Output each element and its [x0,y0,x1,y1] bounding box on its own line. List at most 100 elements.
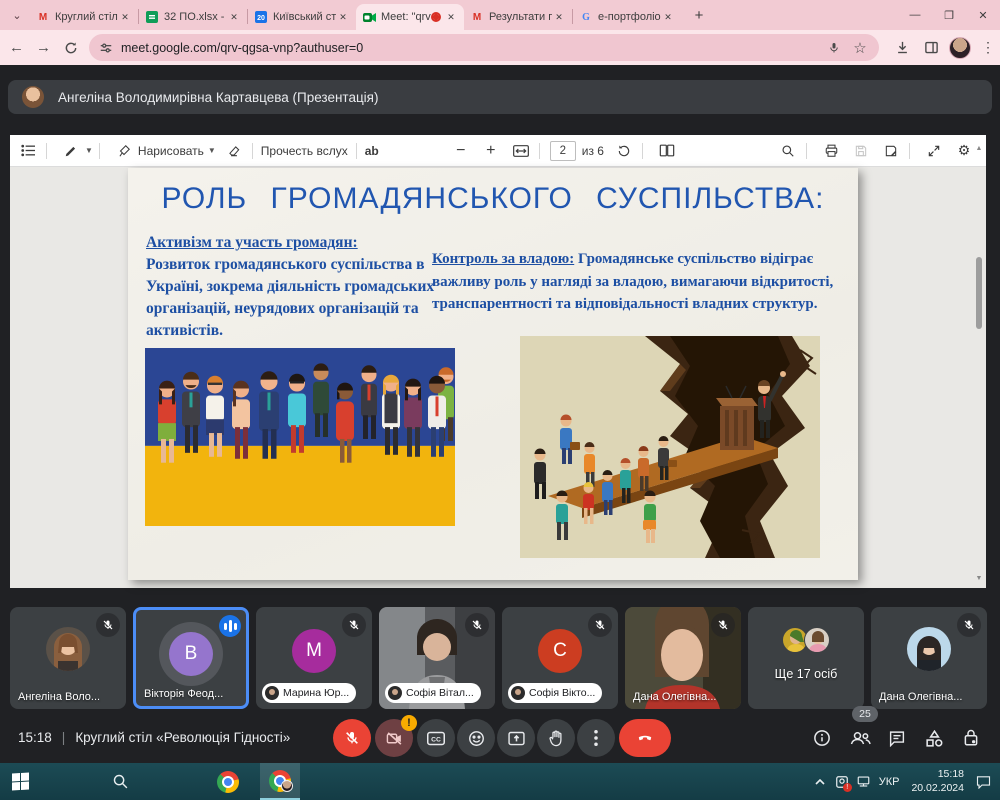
activities-button[interactable] [922,726,946,750]
slide-left-heading: Активізм та участь громадян: [146,234,358,251]
address-bar[interactable]: meet.google.com/qrv-qgsa-vnp?authuser=0 … [89,34,879,61]
bookmark-star-icon[interactable]: ☆ [851,39,869,57]
present-button[interactable] [497,719,535,757]
name-pill: Софія Вітал... [385,683,481,703]
participant-tile-sofiia-vikt[interactable]: С Софія Вікто... [502,607,618,709]
taskbar-search-button[interactable] [100,763,140,800]
browser-menu-icon[interactable]: ⋮ [976,36,1000,60]
slide-left-text: Активізм та участь громадян: Розвиток гр… [146,232,436,342]
tab-title: 32 ПО.xlsx - Goog [164,11,227,23]
participant-tile-anhelina[interactable]: Ангеліна Воло... [10,607,126,709]
site-settings-icon[interactable] [99,41,113,55]
save-as-icon[interactable] [879,139,903,163]
tab-eportfolio[interactable]: G e-портфоліо - Go ✕ [573,4,681,30]
scroll-thumb[interactable] [976,257,982,329]
back-button[interactable]: ← [6,35,27,61]
participant-tile-viktoriia[interactable]: В Вікторія Феод... [133,607,249,709]
scroll-down-icon[interactable]: ▼ [974,575,984,582]
tab-kruhlyi-stil[interactable]: M Круглий стіл - d.s ✕ [30,4,138,30]
tab-close-icon[interactable]: ✕ [552,10,566,24]
side-panel-icon[interactable] [919,36,943,60]
read-aloud-button[interactable]: Прочесть вслух [261,144,348,158]
meeting-details-button[interactable] [810,726,834,750]
taskbar-chrome-button[interactable] [208,763,248,800]
page-number-input[interactable]: 2 [550,141,576,161]
download-icon[interactable] [890,36,914,60]
pen-dropdown-icon[interactable]: ▼ [85,146,93,155]
tab-close-icon[interactable]: ✕ [661,10,675,24]
restore-button[interactable]: ❐ [932,0,966,30]
presenter-avatar [22,86,44,108]
minimize-button[interactable]: — [898,0,932,30]
participant-tile-dana-avatar[interactable]: Дана Олегівна... [871,607,987,709]
toolbar-divider [806,143,807,159]
language-indicator[interactable]: УКР [879,776,900,788]
search-icon[interactable] [776,139,800,163]
reload-button[interactable] [60,35,81,61]
tab-meet-active[interactable]: Meet: "qrv-qg ✕ [356,4,464,30]
participant-tile-overflow[interactable]: Ще 17 осіб [748,607,864,709]
captions-button[interactable]: CC [417,719,455,757]
draw-dropdown-icon[interactable]: ▼ [208,146,216,155]
tab-search-results[interactable]: M Результати пошук ✕ [464,4,572,30]
page-view-icon[interactable] [655,139,679,163]
forward-button[interactable]: → [33,35,54,61]
highlighter-icon[interactable] [112,139,136,163]
taskbar-chrome-active-button[interactable] [260,763,300,800]
tab-spreadsheet[interactable]: 32 ПО.xlsx - Goog ✕ [139,4,247,30]
people-panel-button[interactable] [848,726,872,750]
mic-toggle-button[interactable] [333,719,371,757]
action-center-icon[interactable] [972,763,994,800]
close-button[interactable]: ✕ [966,0,1000,30]
start-button[interactable] [0,763,40,800]
print-icon[interactable] [819,139,843,163]
network-icon[interactable] [853,763,875,800]
pdf-settings-gear-icon[interactable]: ⚙ [952,139,976,163]
screen-share-viewport: ▼ Нарисовать ▼ Прочесть вслух ab − + 2 и… [10,135,986,588]
taskbar-time: 15:18 [911,768,964,781]
avatar [907,627,951,671]
tab-list-chevron-icon[interactable]: ⌄ [6,4,28,26]
translate-icon[interactable]: ab [365,144,379,158]
meet-control-bar: 15:18 | Круглий стіл «Революція Гідності… [0,712,1000,763]
mic-search-icon[interactable] [825,39,843,57]
participant-name: Дана Олегівна... [879,691,979,703]
pdf-scrollbar[interactable]: ▲ ▼ [974,169,984,584]
pen-icon[interactable] [59,139,83,163]
participant-tile-maryna[interactable]: М Марина Юр... [256,607,372,709]
toolbar-divider [642,143,643,159]
security-tray-icon[interactable]: ! [831,763,853,800]
reactions-button[interactable] [457,719,495,757]
tray-chevron-icon[interactable] [809,763,831,800]
tab-kyivskyi[interactable]: 20 Київський столич ✕ [248,4,356,30]
host-controls-button[interactable] [959,726,983,750]
zoom-out-icon[interactable]: − [449,139,473,163]
zoom-in-icon[interactable]: + [479,139,503,163]
eraser-icon[interactable] [222,139,246,163]
toolbar-divider [252,143,253,159]
participant-tile-dana-video[interactable]: Дана Олегівна... [625,607,741,709]
table-of-contents-icon[interactable] [16,139,40,163]
mic-off-icon [465,613,489,637]
end-call-button[interactable] [619,719,671,757]
more-options-button[interactable] [577,719,615,757]
raise-hand-button[interactable] [537,719,575,757]
tab-close-icon[interactable]: ✕ [118,10,132,24]
rotate-icon[interactable] [612,139,636,163]
tab-close-icon[interactable]: ✕ [444,10,458,24]
tab-close-icon[interactable]: ✕ [336,10,350,24]
draw-label[interactable]: Нарисовать [138,144,204,158]
fit-page-icon[interactable] [509,139,533,163]
new-tab-button[interactable]: + [687,3,711,27]
participant-tile-sofiia-vital[interactable]: Софія Вітал... [379,607,495,709]
taskbar-clock[interactable]: 15:18 20.02.2024 [911,768,964,794]
tab-close-icon[interactable]: ✕ [227,10,241,24]
mic-off-icon [342,613,366,637]
chat-panel-button[interactable] [885,726,909,750]
url-text[interactable]: meet.google.com/qrv-qgsa-vnp?authuser=0 [121,41,817,55]
scroll-up-icon[interactable]: ▲ [974,145,984,152]
profile-avatar[interactable] [949,37,971,59]
mic-off-icon [96,613,120,637]
fullscreen-icon[interactable] [922,139,946,163]
camera-toggle-button[interactable]: ! [375,719,413,757]
